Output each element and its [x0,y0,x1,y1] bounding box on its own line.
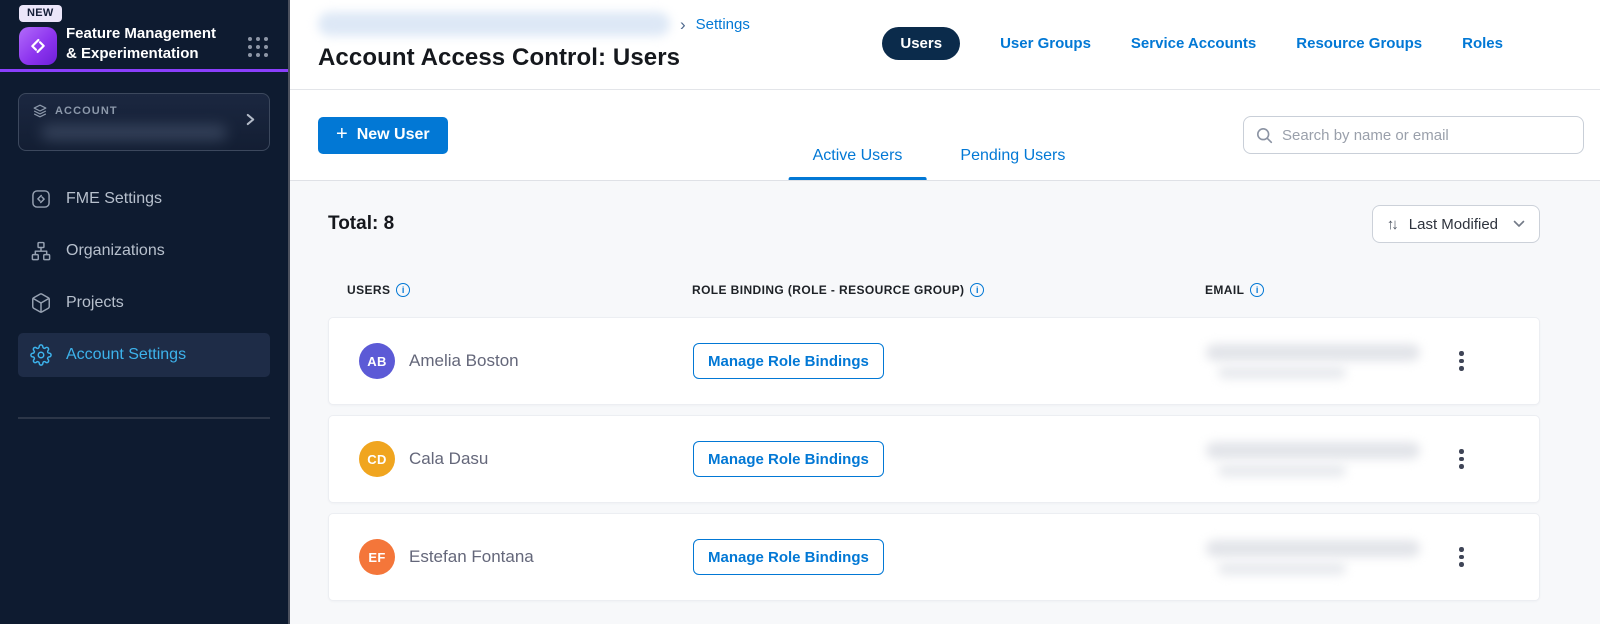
app-switcher-icon[interactable] [248,37,268,57]
user-name: Cala Dasu [409,449,488,469]
avatar: EF [359,539,395,575]
info-icon[interactable] [396,283,410,297]
row-menu-kebab-icon[interactable] [1453,541,1470,573]
new-user-button[interactable]: + New User [318,117,448,154]
chevron-right-icon: › [680,16,686,33]
row-menu-kebab-icon[interactable] [1453,443,1470,475]
sort-arrows-icon: ↑↓ [1387,216,1396,233]
sidebar-item-label: Projects [66,294,124,312]
search-input[interactable] [1282,127,1571,144]
search-container [1243,116,1584,154]
chevron-down-icon [1513,220,1525,228]
email-redacted [1206,514,1431,600]
info-icon[interactable] [1250,283,1264,297]
info-icon[interactable] [970,283,984,297]
sidebar-nav: FME Settings Organizations [18,177,270,377]
row-menu-kebab-icon[interactable] [1453,345,1470,377]
account-selector[interactable]: ACCOUNT [18,93,270,151]
table-row: CD Cala Dasu Manage Role Bindings [328,415,1540,503]
avatar: AB [359,343,395,379]
fme-logo-icon [19,27,57,65]
tab-service-accounts[interactable]: Service Accounts [1131,35,1256,52]
page-title: Account Access Control: Users [318,44,750,72]
chevron-right-icon [245,112,256,133]
tab-resource-groups[interactable]: Resource Groups [1296,35,1422,52]
product-title: Feature Management & Experimentation [66,24,218,63]
tab-users[interactable]: Users [882,27,960,60]
table-row: EF Estefan Fontana Manage Role Bindings [328,513,1540,601]
page-header: › Settings Account Access Control: Users… [290,0,1600,90]
breadcrumb-account-redacted [318,12,670,36]
sidebar-item-label: Organizations [66,242,165,260]
avatar: CD [359,441,395,477]
breadcrumb: › Settings [318,11,750,37]
column-role-binding: ROLE BINDING (ROLE - RESOURCE GROUP) [692,283,1205,297]
toolbar: + New User Active Users Pending Users [290,90,1600,181]
access-control-tabs: Users User Groups Service Accounts Resou… [882,27,1600,60]
manage-role-bindings-button[interactable]: Manage Role Bindings [693,539,884,575]
user-name: Amelia Boston [409,351,519,371]
org-chart-icon [30,240,52,262]
table-header-row: USERS ROLE BINDING (ROLE - RESOURCE GROU… [328,283,1540,297]
account-label: ACCOUNT [55,105,118,117]
user-name: Estefan Fontana [409,547,534,567]
sidebar-item-fme-settings[interactable]: FME Settings [18,177,270,221]
users-list-section: Total: 8 ↑↓ Last Modified USERS [290,181,1600,624]
sort-dropdown[interactable]: ↑↓ Last Modified [1372,205,1540,243]
search-icon [1256,127,1273,144]
sidebar-item-label: FME Settings [66,190,162,208]
sidebar-brand: NEW Feature Management & Experimentation [0,0,288,65]
sidebar-divider [18,417,270,419]
account-name-redacted [41,125,227,140]
sidebar-item-organizations[interactable]: Organizations [18,229,270,273]
app-window: NEW Feature Management & Experimentation [0,0,1600,624]
tab-user-groups[interactable]: User Groups [1000,35,1091,52]
new-badge: NEW [19,5,62,22]
tab-pending-users[interactable]: Pending Users [936,147,1089,180]
users-table: AB Amelia Boston Manage Role Bindings CD… [328,317,1540,601]
cube-icon [30,292,52,314]
plus-icon: + [336,124,348,144]
gear-icon [30,344,52,366]
main-area: › Settings Account Access Control: Users… [290,0,1600,624]
split-icon [30,188,52,210]
sidebar-item-account-settings[interactable]: Account Settings [18,333,270,377]
manage-role-bindings-button[interactable]: Manage Role Bindings [693,343,884,379]
sidebar-item-projects[interactable]: Projects [18,281,270,325]
sidebar: NEW Feature Management & Experimentation [0,0,290,624]
user-state-tabs: Active Users Pending Users [789,147,1090,180]
manage-role-bindings-button[interactable]: Manage Role Bindings [693,441,884,477]
column-email: EMAIL [1205,283,1460,297]
tab-roles[interactable]: Roles [1462,35,1503,52]
brand-divider [0,69,288,72]
email-redacted [1206,416,1431,502]
sidebar-item-label: Account Settings [66,346,186,364]
tab-active-users[interactable]: Active Users [789,147,927,180]
table-row: AB Amelia Boston Manage Role Bindings [328,317,1540,405]
total-count: Total: 8 [328,213,394,235]
sort-label: Last Modified [1409,216,1498,233]
email-redacted [1206,318,1431,404]
new-user-label: New User [357,126,430,144]
column-users: USERS [347,283,692,297]
breadcrumb-settings-link[interactable]: Settings [696,16,750,33]
layers-icon [33,104,47,118]
